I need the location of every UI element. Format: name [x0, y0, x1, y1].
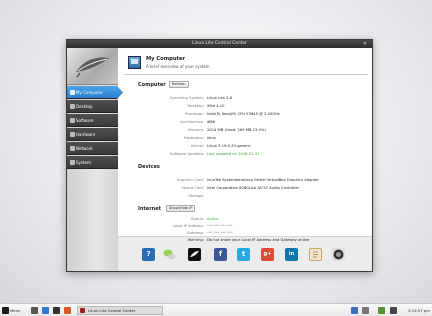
row-value: ***.***.***.***: [207, 224, 233, 228]
row-label: Sound Card:: [181, 186, 204, 190]
sidebar-item-system[interactable]: System: [67, 156, 118, 169]
row-label: Desktop:: [187, 104, 204, 108]
row-value: 2014 MB (Used: 269 MB 13.4%): [207, 128, 266, 132]
control-center-window: Linux Lite Control Center ✕ My Computer …: [66, 39, 373, 272]
row-label: Graphics Card:: [176, 178, 204, 182]
terminal-icon[interactable]: [42, 307, 49, 314]
sidebar-item-label: Hardware: [76, 132, 96, 137]
chat-icon[interactable]: [163, 248, 176, 261]
volume-icon[interactable]: [390, 307, 397, 314]
network-tray-icon[interactable]: [362, 307, 369, 314]
control-center-icon: [80, 308, 85, 313]
warning-value: Do not share your Local IP Address and G…: [207, 238, 310, 242]
browser-icon[interactable]: [64, 307, 71, 314]
workspace-icon[interactable]: [351, 307, 358, 314]
sidebar-item-software[interactable]: Software: [67, 114, 118, 127]
row-value: linux: [207, 136, 216, 140]
sidebar-item-hardware[interactable]: Hardware: [67, 128, 118, 141]
status-value: Active: [207, 217, 219, 221]
linux-lite-logo: [67, 48, 118, 85]
row-value: Xfce 4.10: [207, 104, 225, 108]
row-label: Storage:: [188, 194, 204, 198]
sidebar-item-label: My Computer: [76, 90, 103, 95]
row-label: Warning:: [187, 238, 204, 242]
taskbar: Menu Linux Lite Control Center 3:15:57 p…: [0, 303, 432, 316]
row-label: Gateway:: [186, 231, 204, 235]
main-content: My Computer A brief overview of your sys…: [118, 48, 372, 271]
sidebar-item-label: Desktop: [76, 104, 93, 109]
page-title: My Computer: [146, 56, 186, 62]
camera-icon[interactable]: [332, 248, 345, 261]
row-label: Hostname:: [183, 136, 204, 140]
desktop-icon: [70, 104, 75, 109]
clock[interactable]: 3:15:57 pm: [408, 308, 430, 313]
software-icon: [70, 118, 75, 123]
window-titlebar[interactable]: Linux Lite Control Center ✕: [67, 40, 372, 48]
network-icon: [70, 146, 75, 151]
sidebar-item-label: System: [76, 160, 91, 165]
row-value: Intel Corporation 82801AA AC'97 Audio Co…: [207, 186, 300, 190]
notes-icon[interactable]: [309, 248, 322, 261]
page-subtitle: A brief overview of your system: [146, 64, 210, 69]
settings-icon[interactable]: [53, 307, 60, 314]
row-label: Processor:: [185, 112, 204, 116]
linux-lite-icon[interactable]: [188, 248, 201, 261]
menu-button[interactable]: Menu: [10, 308, 20, 313]
row-label: Operating System:: [169, 96, 204, 100]
sidebar-item-label: Software: [76, 118, 94, 123]
row-label: Status:: [191, 217, 204, 221]
updates-tray-icon[interactable]: [378, 307, 385, 314]
row-label: Memory:: [188, 128, 204, 132]
row-value: Linux Lite 2.8: [207, 96, 232, 100]
row-label: Kernel:: [191, 144, 204, 148]
row-label: Architecture:: [180, 120, 204, 124]
row-label: Local IP Address:: [172, 224, 204, 228]
row-value: InnoTek Systemberatung GmbH VirtualBox G…: [207, 178, 319, 182]
row-value: Intel(R) Xeon(R) CPU E3645 @ 2.40GHz: [207, 112, 280, 116]
monitor-icon: [70, 90, 75, 95]
linkedin-icon[interactable]: in: [285, 248, 298, 261]
row-value: i686: [207, 120, 216, 124]
section-title-computer: Computer: [138, 82, 166, 88]
twitter-icon[interactable]: t: [237, 248, 250, 261]
section-title-internet: Internet: [138, 206, 162, 212]
files-icon[interactable]: [31, 307, 38, 314]
row-value: Linux 3.19.0-33-generic: [207, 144, 251, 148]
divider: [124, 74, 368, 75]
my-computer-icon: [128, 56, 141, 69]
refresh-button[interactable]: Refresh: [169, 81, 189, 88]
sidebar-item-label: Network: [76, 146, 93, 151]
facebook-icon[interactable]: f: [214, 248, 227, 261]
show-hide-ip-button[interactable]: Show/Hide IP: [166, 205, 196, 212]
section-title-devices: Devices: [138, 164, 160, 170]
sidebar-item-my-computer[interactable]: My Computer: [67, 86, 123, 99]
google-plus-icon[interactable]: g+: [261, 248, 274, 261]
window-title: Linux Lite Control Center: [192, 41, 247, 46]
help-icon[interactable]: ?: [142, 248, 155, 261]
row-label: Software Updates:: [170, 152, 204, 156]
sidebar: My Computer Desktop Software Hardware Ne…: [67, 48, 123, 271]
hardware-icon: [70, 132, 75, 137]
taskbar-window-button[interactable]: Linux Lite Control Center: [77, 306, 163, 315]
menu-icon[interactable]: [2, 307, 9, 314]
sidebar-item-desktop[interactable]: Desktop: [67, 100, 118, 113]
sidebar-item-network[interactable]: Network: [67, 142, 118, 155]
software-updates-value: Last updated on 2016-01-31: [207, 152, 260, 156]
close-icon[interactable]: ✕: [362, 41, 368, 47]
row-value: ***.***.***.***: [207, 231, 233, 235]
feather-logo-icon: [76, 57, 109, 78]
taskbar-window-label: Linux Lite Control Center: [88, 308, 136, 313]
system-icon: [70, 160, 75, 165]
